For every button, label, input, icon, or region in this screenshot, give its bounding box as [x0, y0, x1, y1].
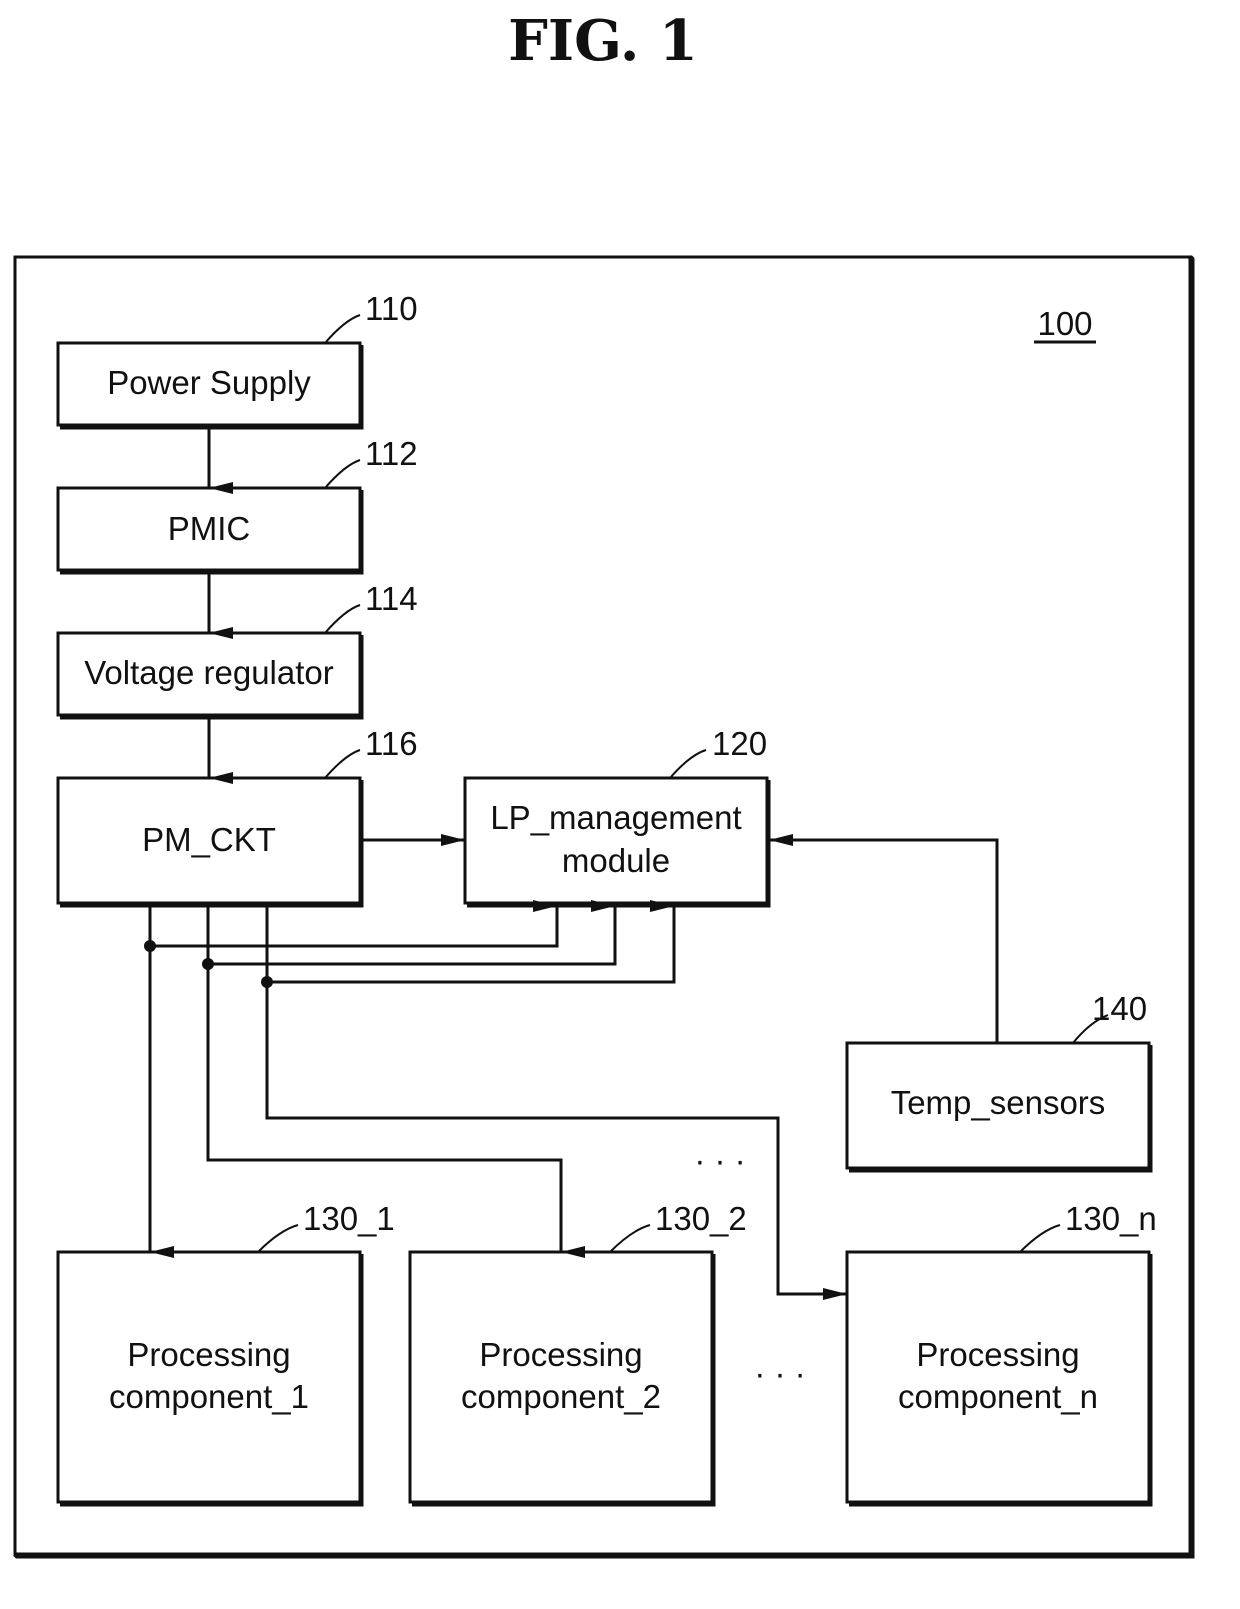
ellipsis-lower: · · · — [754, 1355, 805, 1392]
ref-130-n: 130_n — [1065, 1200, 1157, 1237]
ref-140: 140 — [1092, 990, 1147, 1027]
temp-sensors-block: Temp_sensors — [845, 1041, 1153, 1173]
lp-management-block: LP_management module — [463, 776, 771, 908]
processing-component-n-block: Processing component_n — [845, 1250, 1153, 1507]
pc2-label-line1: Processing — [479, 1336, 642, 1373]
processing-component-2-block: Processing component_2 — [408, 1250, 716, 1507]
junction-dot-n — [261, 976, 273, 988]
ref-114: 114 — [365, 580, 418, 617]
lp-management-label-line1: LP_management — [490, 799, 741, 836]
pm-ckt-label: PM_CKT — [142, 821, 276, 858]
leader-line-130-1 — [257, 1224, 299, 1253]
monitor-tap-pc1-to-lp-management — [150, 900, 559, 948]
ellipsis-upper: · · · — [694, 1142, 745, 1179]
voltage-regulator-block: Voltage regulator — [56, 631, 364, 720]
processing-component-1-block: Processing component_1 — [56, 1250, 364, 1507]
monitor-tap-pcn-to-lp-management — [267, 900, 676, 984]
figure-title: FIG. 1 — [508, 8, 698, 74]
power-supply-block: Power Supply — [56, 341, 364, 430]
block-diagram: FIG. 1 100 Power Supply 110 PMIC 112 Vol… — [13, 8, 1195, 1559]
pmic-block: PMIC — [56, 486, 364, 575]
ref-130-2: 130_2 — [655, 1200, 747, 1237]
temp-sensors-label: Temp_sensors — [891, 1084, 1106, 1121]
pm-ckt-block: PM_CKT — [56, 776, 364, 908]
voltage-regulator-label: Voltage regulator — [84, 654, 334, 691]
leader-line-112 — [324, 459, 361, 489]
ref-112: 112 — [365, 435, 418, 472]
pc1-label-line1: Processing — [127, 1336, 290, 1373]
leader-line-120 — [669, 749, 707, 779]
pcn-label-line1: Processing — [916, 1336, 1079, 1373]
ref-116: 116 — [365, 725, 418, 762]
leader-line-110 — [324, 314, 361, 344]
ref-120: 120 — [712, 725, 767, 762]
leader-line-114 — [324, 604, 361, 634]
monitor-tap-pc2-to-lp-management — [208, 900, 617, 966]
leader-line-130-2 — [609, 1224, 651, 1253]
arrow-temp-sensors-to-lp-management — [769, 834, 999, 1043]
power-supply-label: Power Supply — [107, 364, 311, 401]
leader-line-116 — [324, 749, 361, 779]
junction-dot-2 — [202, 958, 214, 970]
pmic-label: PMIC — [168, 510, 251, 547]
pcn-label-line2: component_n — [898, 1378, 1098, 1415]
lp-management-label-line2: module — [562, 842, 670, 879]
pc2-label-line2: component_2 — [461, 1378, 661, 1415]
ref-110: 110 — [365, 290, 418, 327]
junction-dot-1 — [144, 940, 156, 952]
pc1-label-line2: component_1 — [109, 1378, 309, 1415]
ref-130-1: 130_1 — [303, 1200, 395, 1237]
system-ref-label: 100 — [1037, 305, 1092, 342]
leader-line-130-n — [1019, 1224, 1061, 1253]
